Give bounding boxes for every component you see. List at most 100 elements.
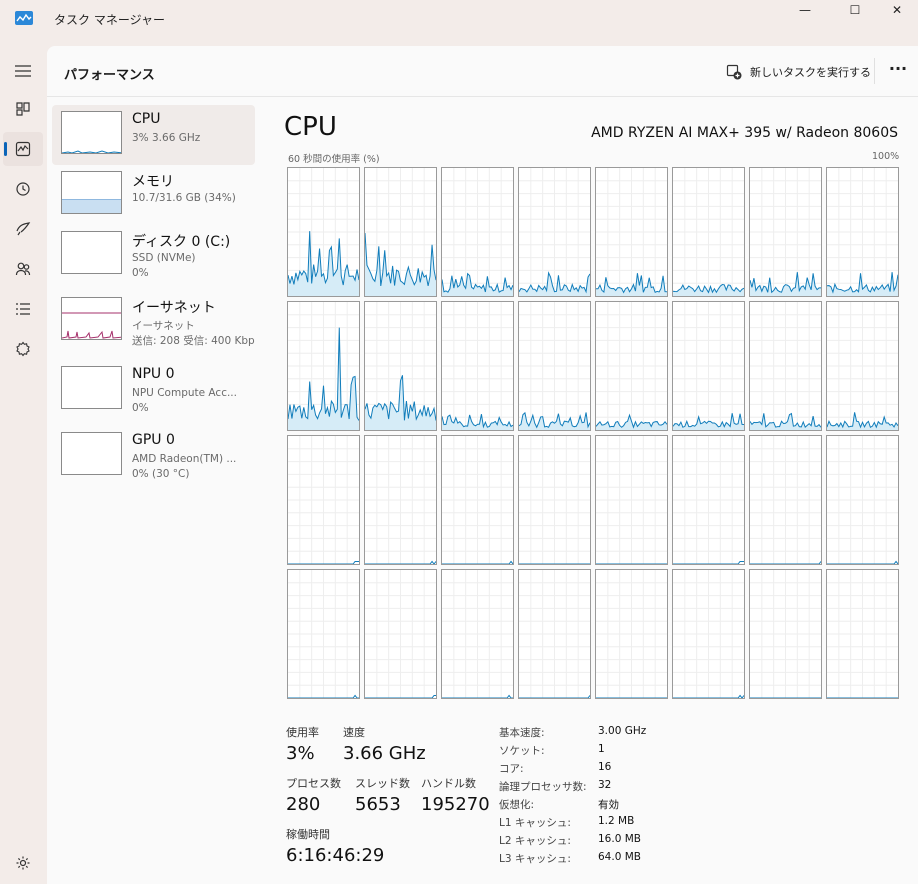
- spec-key: L1 キャッシュ:: [499, 817, 571, 829]
- settings-icon: [16, 856, 30, 870]
- handles-value: 195270: [421, 794, 490, 815]
- nav-startup-apps[interactable]: [3, 212, 43, 246]
- device-name: GPU 0: [132, 432, 175, 448]
- menu-button[interactable]: [3, 54, 43, 88]
- core-graph: [364, 301, 437, 431]
- app-history-icon: [16, 182, 30, 196]
- title-bar: タスク マネージャー — ☐ ✕: [0, 0, 918, 46]
- spec-value: 有効: [598, 799, 619, 811]
- spec-value: 16.0 MB: [598, 833, 641, 845]
- navigation-rail: [0, 46, 47, 884]
- processes-icon: [16, 102, 30, 116]
- spec-value: 3.00 GHz: [598, 725, 647, 737]
- core-graph: [749, 569, 822, 699]
- spec-key: 論理プロセッサ数:: [499, 781, 587, 793]
- more-options-button[interactable]: ···: [884, 60, 912, 84]
- maximize-button[interactable]: ☐: [832, 0, 878, 20]
- run-new-task-icon: [726, 64, 742, 80]
- device-subtitle: 3% 3.66 GHz: [132, 132, 201, 144]
- spec-key: L3 キャッシュ:: [499, 853, 571, 865]
- device-subtitle: NPU Compute Acc...: [132, 387, 237, 399]
- command-bar-divider: [874, 58, 875, 84]
- spec-value: 1: [598, 743, 605, 755]
- more-icon: ···: [888, 59, 908, 78]
- uptime-label: 稼働時間: [286, 828, 330, 841]
- spec-value: 1.2 MB: [598, 815, 635, 827]
- hamburger-menu-icon: [15, 65, 31, 77]
- graph-axis-label: 60 秒間の使用率 (%): [288, 154, 380, 165]
- active-indicator: [4, 142, 7, 156]
- core-graph: [441, 167, 514, 297]
- device-item-ethernet[interactable]: イーサネット イーサネット 送信: 208 受信: 400 Kbp: [52, 291, 255, 351]
- spec-value: 32: [598, 779, 612, 791]
- device-usage: 0%: [132, 402, 149, 414]
- speed-value: 3.66 GHz: [343, 743, 426, 764]
- device-subtitle: イーサネット: [132, 320, 195, 332]
- uptime-value: 6:16:46:29: [286, 845, 385, 866]
- spec-value: 16: [598, 761, 612, 773]
- processes-value: 280: [286, 794, 321, 815]
- nav-performance[interactable]: [3, 132, 43, 166]
- minimize-button[interactable]: —: [782, 0, 828, 20]
- cpu-model-name: AMD RYZEN AI MAX+ 395 w/ Radeon 8060S: [591, 125, 898, 141]
- core-graph: [287, 435, 360, 565]
- utilization-label: 使用率: [286, 726, 319, 739]
- spec-key: 仮想化:: [499, 799, 535, 811]
- memory-usage-fill: [62, 199, 121, 213]
- nav-processes[interactable]: [3, 92, 43, 126]
- device-item-cpu[interactable]: CPU 3% 3.66 GHz: [52, 105, 255, 165]
- nav-details[interactable]: [3, 292, 43, 326]
- core-graph: [441, 435, 514, 565]
- spec-key: 基本速度:: [499, 727, 545, 739]
- details-icon: [16, 303, 30, 315]
- nav-settings[interactable]: [3, 846, 43, 880]
- core-graph: [518, 167, 591, 297]
- device-item-npu[interactable]: NPU 0 NPU Compute Acc... 0%: [52, 360, 255, 420]
- nav-users[interactable]: [3, 252, 43, 286]
- device-usage: 0%: [132, 267, 149, 279]
- threads-value: 5653: [355, 794, 401, 815]
- main-content: パフォーマンス 新しいタスクを実行する ··· CPU 3% 3.66 GHz …: [47, 46, 918, 884]
- core-graph: [749, 301, 822, 431]
- command-bar: パフォーマンス 新しいタスクを実行する ···: [47, 46, 918, 97]
- core-graph: [749, 167, 822, 297]
- close-icon: ✕: [891, 3, 903, 17]
- device-item-memory[interactable]: メモリ 10.7/31.6 GB (34%): [52, 165, 255, 225]
- ethernet-thumbnail: [61, 297, 122, 340]
- core-graph: [364, 167, 437, 297]
- disk-thumbnail: [61, 231, 122, 274]
- core-graph: [364, 435, 437, 565]
- core-graph: [595, 301, 668, 431]
- device-item-disk[interactable]: ディスク 0 (C:) SSD (NVMe) 0%: [52, 225, 255, 285]
- task-manager-app-icon: [15, 11, 33, 25]
- device-item-gpu[interactable]: GPU 0 AMD Radeon(TM) ... 0% (30 °C): [52, 426, 255, 486]
- core-graph: [749, 435, 822, 565]
- device-subtitle: 10.7/31.6 GB (34%): [132, 192, 236, 204]
- performance-icon: [15, 141, 31, 157]
- cpu-thumbnail: [61, 111, 122, 154]
- core-graph: [595, 435, 668, 565]
- core-graph: [441, 569, 514, 699]
- core-graph: [826, 167, 899, 297]
- core-graph: [364, 569, 437, 699]
- nav-app-history[interactable]: [3, 172, 43, 206]
- device-throughput: 送信: 208 受信: 400 Kbp: [132, 335, 255, 347]
- core-graph: [826, 569, 899, 699]
- close-button[interactable]: ✕: [874, 0, 918, 20]
- core-graph: [518, 569, 591, 699]
- device-subtitle: SSD (NVMe): [132, 252, 196, 264]
- nav-services[interactable]: [3, 332, 43, 366]
- speed-label: 速度: [343, 726, 365, 739]
- device-name: CPU: [132, 111, 161, 127]
- device-name: イーサネット: [132, 300, 216, 316]
- device-name: メモリ: [132, 174, 174, 190]
- core-graph: [595, 569, 668, 699]
- core-graph: [595, 167, 668, 297]
- device-usage: 0% (30 °C): [132, 468, 190, 480]
- page-title: パフォーマンス: [64, 68, 155, 83]
- core-graph: [518, 435, 591, 565]
- threads-label: スレッド数: [355, 777, 410, 790]
- core-graph: [518, 301, 591, 431]
- spec-key: コア:: [499, 763, 524, 775]
- run-new-task-button[interactable]: 新しいタスクを実行する: [726, 62, 871, 82]
